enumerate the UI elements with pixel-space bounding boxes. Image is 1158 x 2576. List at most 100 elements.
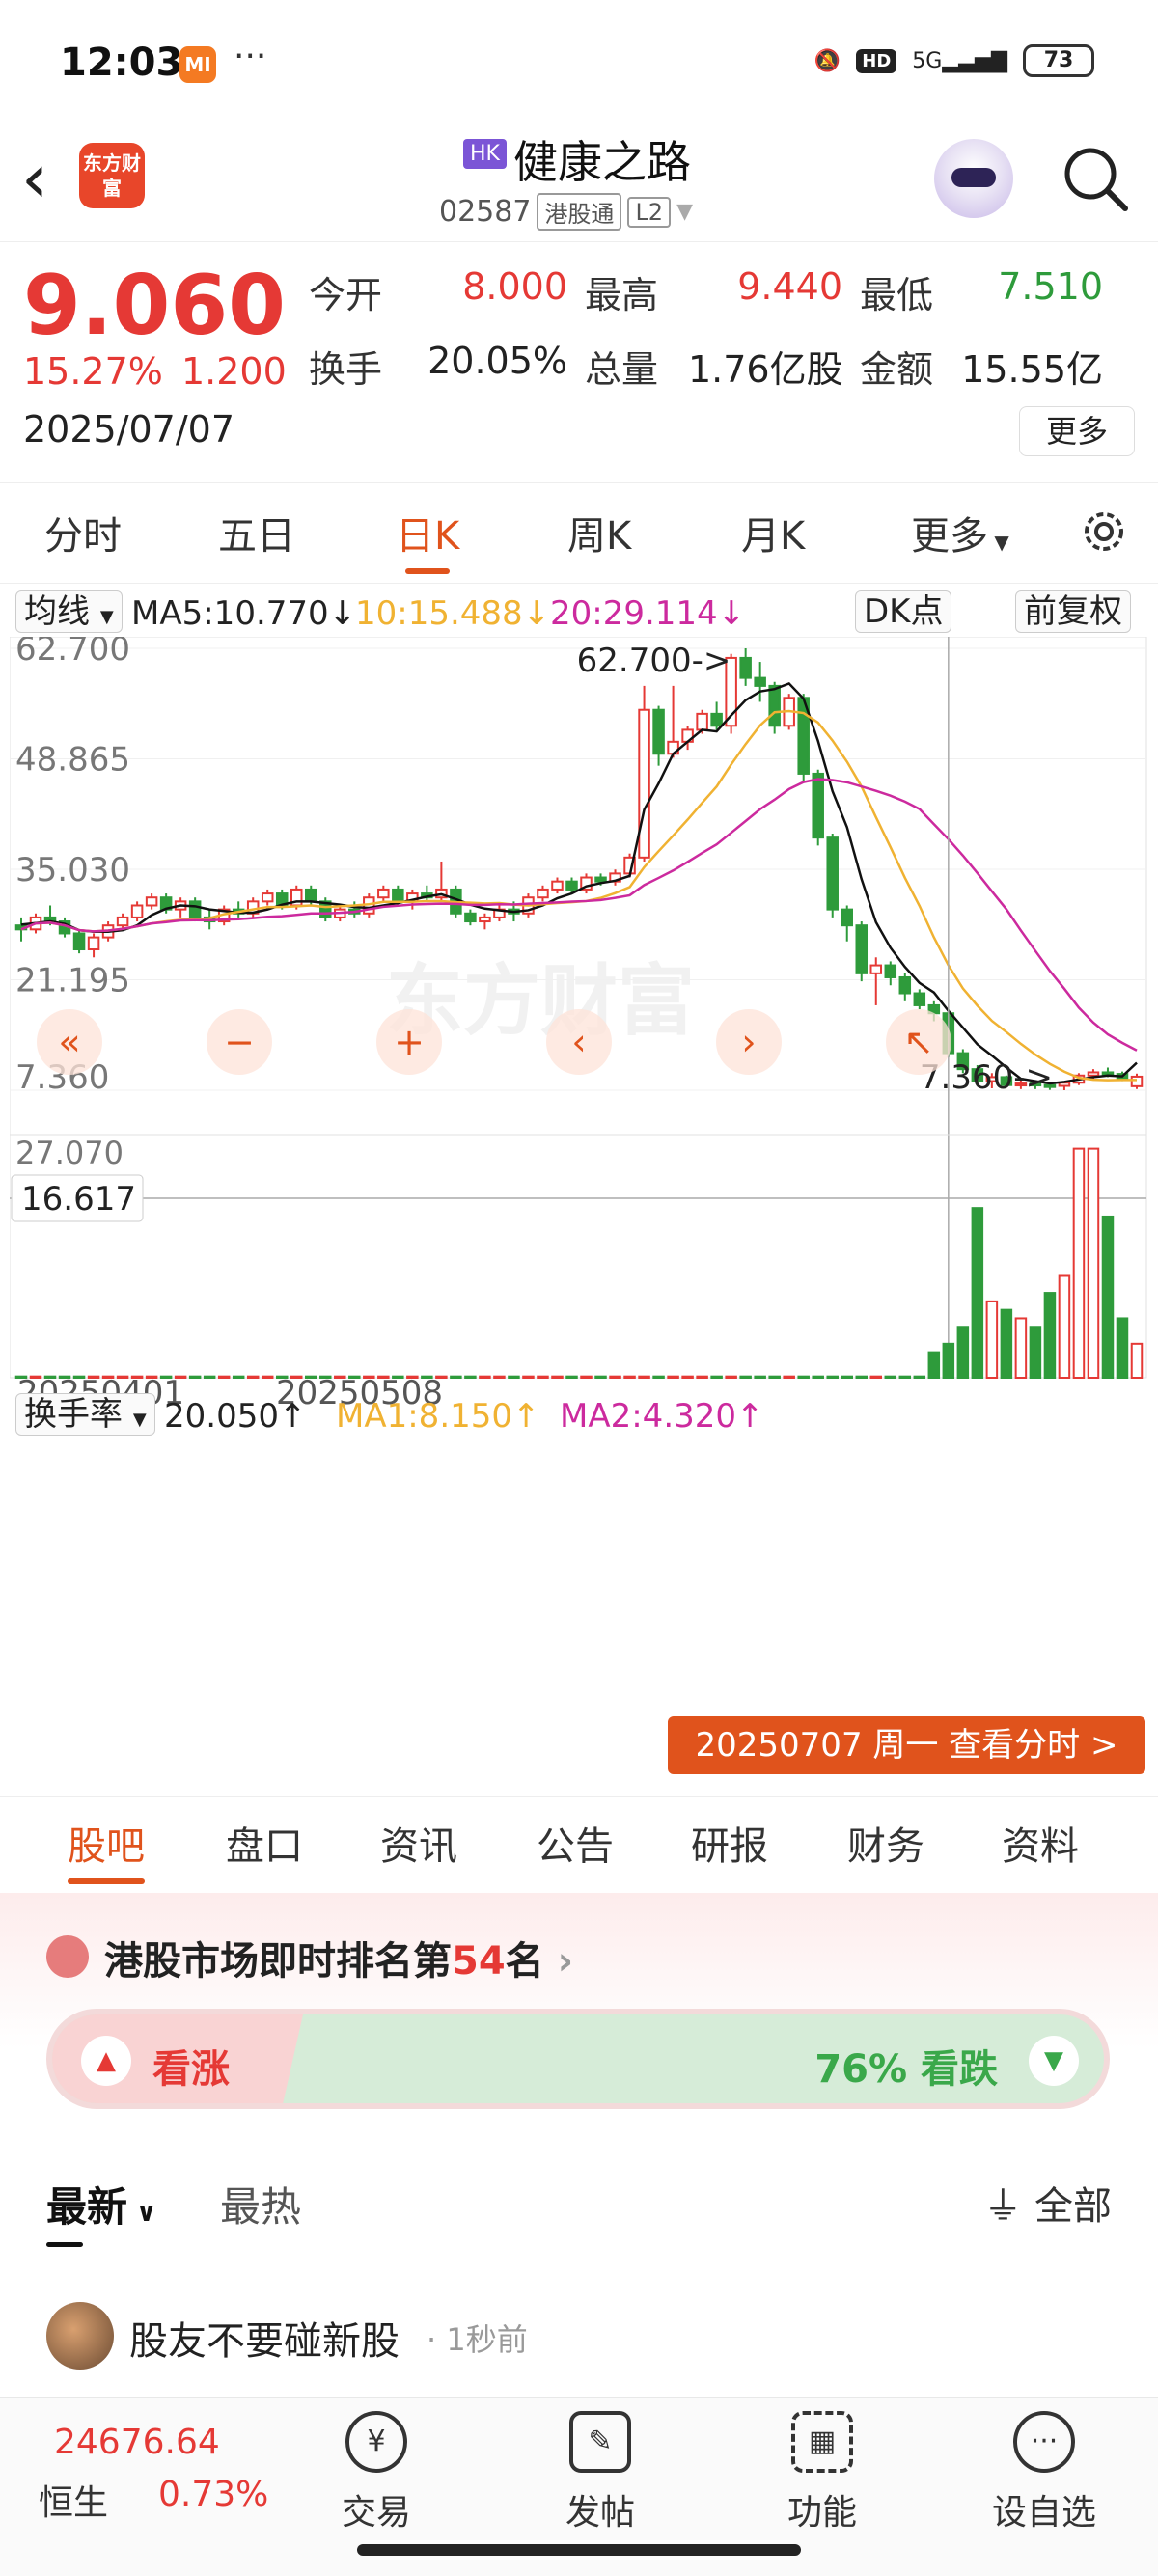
tab-forum[interactable]: 股吧 xyxy=(68,1815,145,1884)
tab-more[interactable]: 更多 ▼ xyxy=(911,505,1009,561)
tab-more-label: 更多 xyxy=(911,514,988,559)
adjust-button[interactable]: 前复权 xyxy=(1015,590,1131,633)
chart-nav-icon: › xyxy=(741,1021,756,1063)
volume-bar xyxy=(537,1375,549,1380)
ma-legend-row: 均线 ▼ MA5:10.770↓ 10:15.488↓ 20:29.114↓ D… xyxy=(0,587,1158,635)
candle-body xyxy=(116,916,129,927)
volume-bar xyxy=(638,1375,650,1380)
volume-bar xyxy=(956,1326,970,1379)
status-bar: 12:03 MI ··· 🔕 HD 5G▂▃▅▇ 73 xyxy=(0,0,1158,125)
post-button[interactable]: ✎ 发帖 xyxy=(533,2411,668,2535)
signal-icon: 5G▂▃▅▇ xyxy=(912,48,1007,73)
market-rank[interactable]: 港股市场即时排名第54名 › xyxy=(104,1930,573,1986)
post-author[interactable]: 股友不要碰新股 xyxy=(129,2310,400,2366)
dk-point-button[interactable]: DK点 xyxy=(855,590,952,633)
chart-nav-icon: « xyxy=(58,1021,80,1063)
low-value: 7.510 xyxy=(998,265,1103,308)
feed-tab-hot[interactable]: 最热 xyxy=(220,2175,301,2233)
functions-button[interactable]: ▦ 功能 xyxy=(755,2411,890,2535)
index-value[interactable]: 24676.64 xyxy=(54,2423,220,2462)
tab-intraday[interactable]: 分时 xyxy=(44,505,122,561)
trade-button[interactable]: ¥ 交易 xyxy=(309,2411,444,2535)
candle-body xyxy=(594,876,607,883)
candle-body xyxy=(537,888,549,899)
volume-bar xyxy=(623,1375,636,1380)
candle-body xyxy=(188,900,202,918)
volume-value: 1.76亿股 xyxy=(688,348,843,391)
candle-body xyxy=(377,888,390,899)
volume-bar xyxy=(754,1375,766,1380)
open-value: 8.000 xyxy=(462,265,567,308)
volume-bar xyxy=(1000,1308,1013,1379)
feed-filter-label: 全部 xyxy=(1034,2184,1112,2229)
volume-bar xyxy=(1130,1342,1144,1379)
stock-code: 02587 xyxy=(439,195,532,229)
vote-down-button[interactable]: ▼ xyxy=(1029,2036,1079,2086)
candle-body xyxy=(130,904,144,918)
y-tick-label: 48.865 xyxy=(15,741,130,780)
chart-nav-icon: − xyxy=(224,1021,255,1063)
volume-bar xyxy=(971,1207,984,1380)
tab-profile[interactable]: 资料 xyxy=(1002,1815,1079,1871)
chevron-down-icon: ▼ xyxy=(988,531,1009,554)
candle-body xyxy=(841,908,853,927)
stock-name[interactable]: 健康之路 xyxy=(513,127,691,191)
volume-bar xyxy=(1029,1326,1042,1379)
grid-icon: ▦ xyxy=(791,2411,853,2473)
volume-bar xyxy=(479,1375,491,1380)
candle-body xyxy=(392,888,404,903)
tab-weekly-k[interactable]: 周K xyxy=(567,505,631,561)
tab-orderbook[interactable]: 盘口 xyxy=(226,1815,303,1871)
home-indicator[interactable] xyxy=(357,2544,801,2556)
volume-legend-row: 换手率 ▼ 20.050↑ MA1:8.150↑ MA2:4.320↑ xyxy=(0,1389,1158,1438)
indicator-select[interactable]: 均线 ▼ xyxy=(15,590,123,633)
candle-body xyxy=(710,712,723,727)
stock-subtitle[interactable]: 02587 港股通 L2 ▼ xyxy=(439,193,693,231)
avatar[interactable] xyxy=(46,2302,114,2370)
search-icon[interactable] xyxy=(1060,143,1131,214)
vote-up-button[interactable]: ▲ xyxy=(81,2036,131,2086)
candle-body xyxy=(145,896,158,907)
tab-financials[interactable]: 财务 xyxy=(847,1815,924,1871)
volume-bar xyxy=(1043,1292,1057,1379)
tab-announcements[interactable]: 公告 xyxy=(537,1815,614,1871)
more-stats-button[interactable]: 更多 xyxy=(1019,406,1135,456)
volume-bar xyxy=(580,1375,593,1380)
high-value: 9.440 xyxy=(737,265,842,308)
candle-body xyxy=(551,880,564,891)
y-tick-label: 62.700 xyxy=(15,637,130,669)
add-watchlist-button[interactable]: ··· 设自选 xyxy=(977,2411,1112,2535)
assistant-robot-icon[interactable] xyxy=(934,139,1013,218)
y-tick-label: 35.030 xyxy=(15,851,130,890)
feed-tabs: 最新 ∨ 最热 ⏚ 全部 xyxy=(0,2163,1158,2250)
candle-body xyxy=(638,708,650,859)
volume-label: 总量 xyxy=(585,348,659,391)
market-badge: HK xyxy=(463,139,507,169)
sentiment-bar: ▲ 看涨 76% 看跌 ▼ xyxy=(46,2009,1110,2109)
volume-bar xyxy=(1116,1317,1129,1380)
volume-indicator-select[interactable]: 换手率 ▼ xyxy=(15,1393,155,1436)
volume-bar xyxy=(826,1375,839,1380)
tab-monthly-k[interactable]: 月K xyxy=(741,505,805,561)
chevron-down-icon: ▼ xyxy=(132,1410,147,1430)
feed-filter[interactable]: ⏚ 全部 xyxy=(983,2175,1112,2231)
more-notifications-icon: ··· xyxy=(234,37,267,76)
back-icon[interactable]: ‹ xyxy=(21,145,48,212)
post-item[interactable]: 股友不要碰新股 · 1秒前 xyxy=(0,2296,1158,2383)
volume-bar xyxy=(565,1375,578,1380)
candle-body xyxy=(768,684,781,727)
gear-icon[interactable] xyxy=(1077,505,1131,559)
volume-bar xyxy=(508,1375,520,1380)
index-name[interactable]: 恒生 xyxy=(39,2475,108,2525)
candle-body xyxy=(305,888,317,903)
tab-research[interactable]: 研报 xyxy=(691,1815,768,1871)
bullish-label: 看涨 xyxy=(152,2047,230,2092)
volume-bar xyxy=(232,1375,245,1380)
tab-daily-k[interactable]: 日K xyxy=(396,505,459,574)
view-intraday-button[interactable]: 20250707 周一 查看分时 > xyxy=(668,1716,1145,1774)
tab-news[interactable]: 资讯 xyxy=(380,1815,457,1871)
feed-tab-latest[interactable]: 最新 ∨ xyxy=(46,2175,156,2247)
kline-chart[interactable]: 东方财富62.70048.86535.03021.1957.36062.700-… xyxy=(10,637,1148,1409)
tab-five-day[interactable]: 五日 xyxy=(218,505,295,561)
volume-bar xyxy=(609,1375,621,1380)
